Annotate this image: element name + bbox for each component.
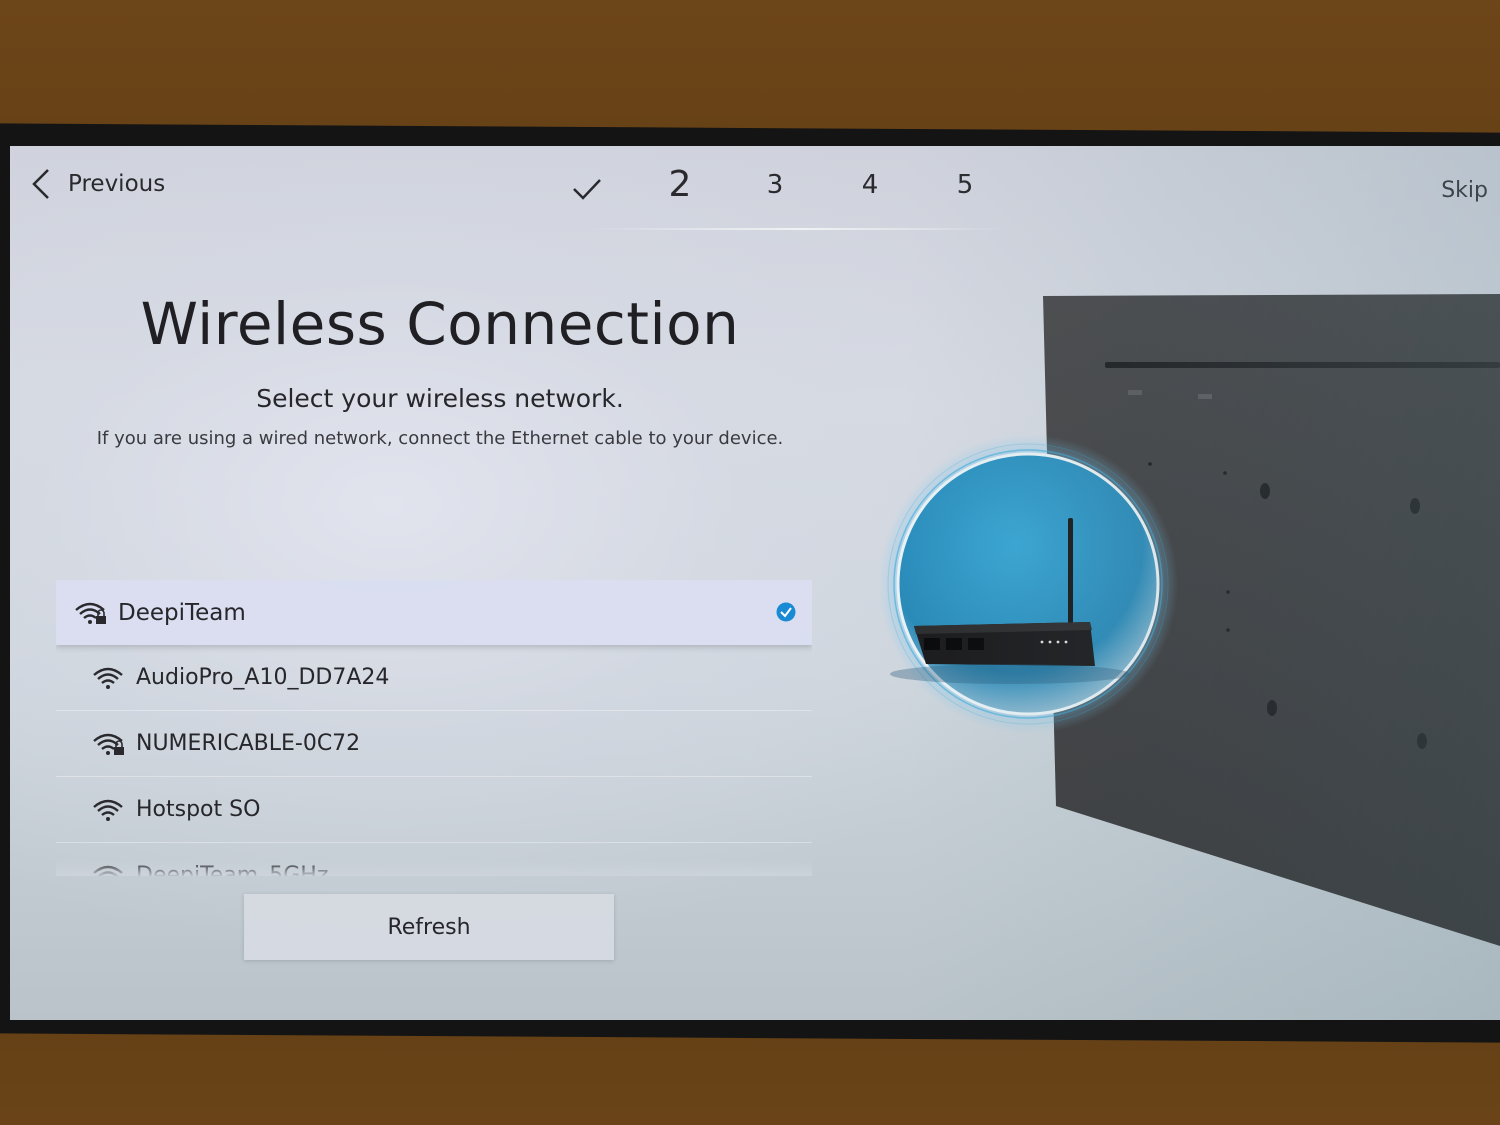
step-5: 5 bbox=[956, 170, 974, 200]
network-item-deepiteam[interactable]: DeepiTeam bbox=[56, 580, 812, 645]
wifi-icon bbox=[93, 865, 123, 876]
network-name: AudioPro_A10_DD7A24 bbox=[136, 665, 390, 690]
previous-label: Previous bbox=[68, 171, 166, 197]
wifi-lock-icon bbox=[93, 733, 124, 755]
page-title: Wireless Connection bbox=[140, 290, 740, 358]
network-item-deepiteam-5ghz[interactable]: DeepiTeam_5GHz bbox=[56, 843, 812, 876]
tv-screen: Previous 2 3 4 5 Skip Wireless Connectio… bbox=[10, 146, 1500, 1020]
network-item-audiopro[interactable]: AudioPro_A10_DD7A24 bbox=[56, 645, 812, 711]
network-name: NUMERICABLE-0C72 bbox=[136, 731, 361, 756]
step-4: 4 bbox=[861, 170, 879, 200]
steps-underline bbox=[590, 228, 1010, 230]
setup-steps: 2 3 4 5 bbox=[560, 164, 1010, 230]
wifi-icon bbox=[93, 799, 123, 821]
network-item-numericable[interactable]: NUMERICABLE-0C72 bbox=[56, 711, 812, 777]
network-name: Hotspot SO bbox=[136, 797, 261, 822]
network-name: DeepiTeam_5GHz bbox=[136, 863, 329, 876]
tv-back-router-illustration bbox=[880, 294, 1500, 946]
chevron-left-icon bbox=[32, 169, 49, 199]
network-item-hotspot-so[interactable]: Hotspot SO bbox=[56, 777, 812, 843]
step-1-done-check-icon bbox=[573, 179, 601, 200]
skip-button[interactable]: Skip bbox=[1441, 178, 1488, 203]
step-3: 3 bbox=[766, 170, 784, 200]
wifi-icon bbox=[93, 667, 123, 689]
network-name: DeepiTeam bbox=[118, 599, 246, 626]
step-2-current: 2 bbox=[668, 164, 692, 205]
network-list: DeepiTeam AudioPro_A10_DD7A24 NUMERICABL… bbox=[56, 580, 812, 876]
selected-check-icon bbox=[776, 602, 796, 622]
refresh-button[interactable]: Refresh bbox=[244, 894, 614, 960]
page-subtitle: Select your wireless network. bbox=[256, 384, 624, 413]
wired-network-hint: If you are using a wired network, connec… bbox=[96, 428, 784, 449]
wifi-lock-icon bbox=[75, 602, 106, 624]
previous-button[interactable]: Previous bbox=[28, 166, 165, 202]
